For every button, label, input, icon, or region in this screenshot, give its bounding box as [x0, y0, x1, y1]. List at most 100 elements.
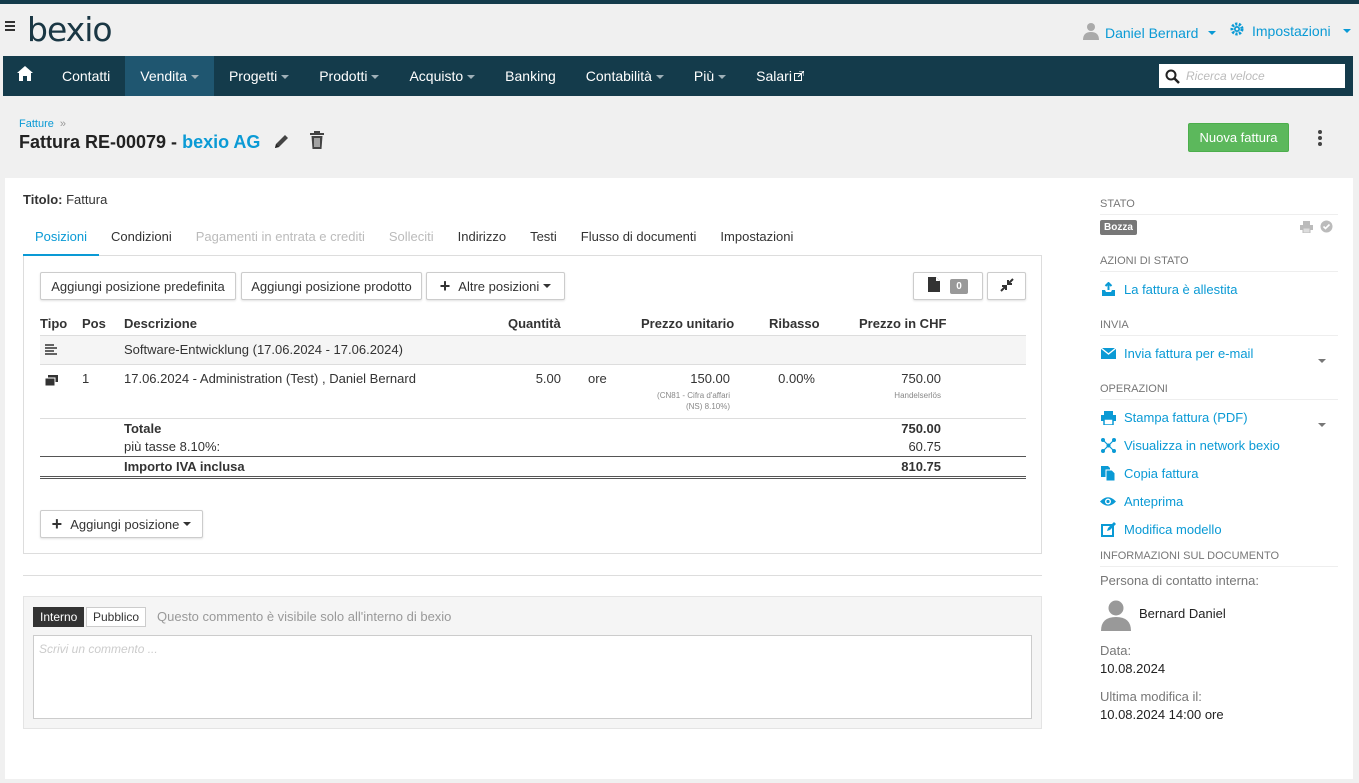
other-positions-dropdown[interactable]: + Altre posizioni [426, 272, 565, 300]
nav-prodotti[interactable]: Prodotti [304, 56, 394, 96]
text-row-description: Software-Entwicklung (17.06.2024 - 17.06… [124, 342, 403, 357]
nav-label: Contatti [62, 68, 111, 84]
chevron-down-icon[interactable] [1314, 352, 1326, 367]
add-position-dropdown[interactable]: + Aggiungi posizione [40, 510, 203, 538]
tab-posizioni[interactable]: Posizioni [23, 225, 100, 256]
add-product-position-button[interactable]: Aggiungi posizione prodotto [241, 272, 422, 300]
check-circle-icon[interactable] [1320, 220, 1333, 236]
date-value: 10.08.2024 [1100, 661, 1166, 676]
print-pdf-link[interactable]: Stampa fattura (PDF) [1100, 410, 1248, 425]
network-link[interactable]: Visualizza in network bexio [1100, 438, 1280, 453]
copy-invoice-label: Copia fattura [1124, 466, 1199, 481]
modified-label: Ultima modifica il: [1100, 689, 1202, 704]
gross-total-value: 810.75 [901, 459, 941, 474]
item-pos: 1 [82, 371, 90, 386]
document-tabs: Posizioni Condizioni Pagamenti in entrat… [23, 225, 1042, 256]
attachments-button[interactable]: 0 [913, 272, 983, 300]
main-navbar: Contatti Vendita Progetti Prodotti Acqui… [3, 56, 1353, 96]
print-icon[interactable] [1300, 221, 1313, 236]
product-type-icon [44, 374, 58, 389]
total-value: 750.00 [901, 421, 941, 436]
operations-header: Operazioni [1100, 383, 1338, 400]
plus-icon: + [439, 276, 451, 296]
doc-title: Titolo: Fattura [23, 192, 107, 207]
chevron-down-icon [718, 75, 727, 80]
nav-label: Salari [756, 68, 792, 84]
page-title: Fattura RE-00079 - bexio AG [19, 132, 260, 153]
doc-title-value: Fattura [66, 192, 108, 207]
collapse-button[interactable] [987, 272, 1026, 300]
network-label: Visualizza in network bexio [1124, 438, 1280, 453]
send-email-link[interactable]: Invia fattura per e-mail [1100, 346, 1253, 361]
mark-issued-link[interactable]: La fattura è allestita [1100, 282, 1237, 297]
nav-contabilita[interactable]: Contabilità [571, 56, 679, 96]
nav-vendita[interactable]: Vendita [125, 56, 214, 96]
gross-total-label: Importo IVA inclusa [124, 459, 245, 474]
chevron-down-icon[interactable] [1314, 416, 1326, 431]
edit-template-label: Modifica modello [1124, 522, 1222, 537]
contact-name: Bernard Daniel [1139, 606, 1226, 621]
chevron-down-icon [190, 75, 199, 80]
tab-condizioni[interactable]: Condizioni [99, 225, 184, 256]
tax-label: più tasse 8.10%: [124, 439, 221, 454]
tab-indirizzo[interactable]: Indirizzo [446, 225, 518, 256]
chevron-down-icon [281, 75, 290, 80]
attachments-count: 0 [950, 278, 968, 294]
tab-flusso-documenti[interactable]: Flusso di documenti [569, 225, 709, 256]
nav-contatti[interactable]: Contatti [47, 56, 125, 96]
tab-testi[interactable]: Testi [518, 225, 569, 256]
nav-salari[interactable]: Salari [741, 56, 819, 96]
nav-label: Acquisto [409, 68, 464, 84]
preview-link[interactable]: Anteprima [1100, 494, 1183, 509]
col-quantita: Quantità [508, 316, 561, 331]
avatar [1100, 599, 1132, 634]
copy-invoice-link[interactable]: Copia fattura [1100, 466, 1198, 481]
item-quantity: 5.00 [535, 371, 561, 386]
chevron-down-icon [543, 284, 552, 288]
comment-tab-internal[interactable]: Interno [33, 607, 85, 627]
document-card: Titolo: Fattura Posizioni Condizioni Pag… [5, 178, 1353, 779]
user-menu[interactable]: Daniel Bernard [1083, 22, 1217, 43]
nav-label: Vendita [140, 68, 187, 84]
item-account-note: (CN81 - Cifra d'affari (NS) 8.10%) [615, 390, 730, 412]
send-header: Invia [1100, 319, 1338, 336]
upload-icon [1100, 282, 1116, 297]
settings-menu[interactable]: Impostazioni [1230, 22, 1351, 39]
total-label: Totale [124, 421, 162, 436]
nav-banking[interactable]: Banking [490, 56, 571, 96]
compress-icon [999, 277, 1014, 295]
new-invoice-button[interactable]: Nuova fattura [1188, 123, 1289, 152]
breadcrumb: Fatture » [19, 118, 66, 130]
comment-input[interactable] [33, 635, 1032, 719]
breadcrumb-link-fatture[interactable]: Fatture [19, 118, 54, 130]
nav-acquisto[interactable]: Acquisto [394, 56, 490, 96]
add-predefined-position-button[interactable]: Aggiungi posizione predefinita [40, 272, 236, 300]
col-descrizione: Descrizione [124, 316, 197, 331]
company-link[interactable]: bexio AG [182, 132, 260, 152]
account-note-line: (NS) 8.10%) [685, 402, 730, 411]
nav-progetti[interactable]: Progetti [214, 56, 304, 96]
nav-label: Prodotti [319, 68, 368, 84]
home-nav-button[interactable] [3, 56, 47, 96]
item-description[interactable]: 17.06.2024 - Administration (Test) , Dan… [124, 371, 416, 386]
pencil-icon[interactable] [273, 133, 290, 153]
search-input[interactable] [1186, 69, 1336, 83]
comment-tab-public[interactable]: Pubblico [86, 607, 147, 627]
nav-piu[interactable]: Più [679, 56, 741, 96]
mark-issued-label: La fattura è allestita [1124, 282, 1238, 297]
row-divider [40, 364, 1026, 365]
search-icon[interactable] [1165, 69, 1180, 84]
edit-template-link[interactable]: Modifica modello [1100, 522, 1222, 537]
item-unit: ore [588, 371, 607, 386]
item-price: 750.00 [901, 371, 941, 386]
bexio-logo[interactable]: bexio [27, 10, 113, 49]
hamburger-menu-icon[interactable] [5, 21, 15, 33]
comment-box: Interno Pubblico Questo commento è visib… [23, 596, 1042, 729]
trash-icon[interactable] [309, 131, 325, 152]
more-options-icon[interactable] [1318, 130, 1322, 148]
col-tipo: Tipo [40, 316, 68, 331]
tab-impostazioni[interactable]: Impostazioni [708, 225, 805, 256]
invoice-number: Fattura RE-00079 - [19, 132, 178, 152]
gear-icon [1230, 22, 1244, 39]
file-icon [928, 277, 941, 295]
